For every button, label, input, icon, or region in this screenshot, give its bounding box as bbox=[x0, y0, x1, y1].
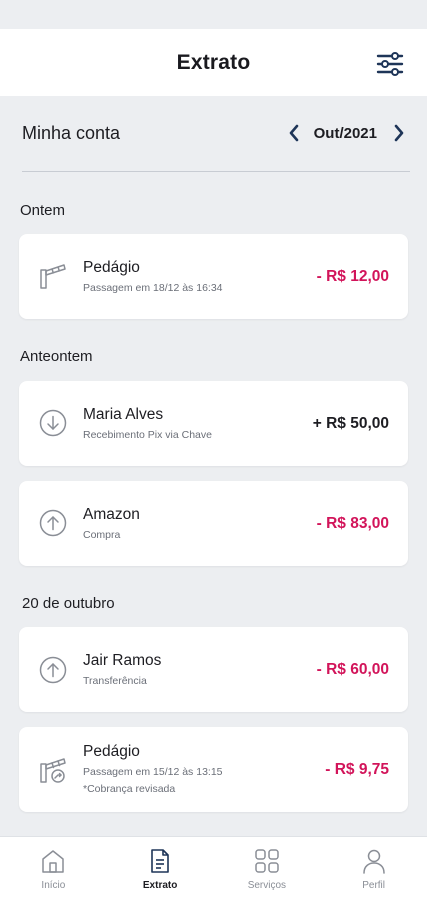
account-label: Minha conta bbox=[22, 122, 121, 143]
nav-label: Extrato bbox=[142, 880, 178, 891]
toll-barrier-icon bbox=[38, 261, 68, 291]
chevron-left-icon bbox=[289, 124, 298, 142]
transaction-amount: + R$ 50,00 bbox=[312, 415, 389, 432]
next-month-button[interactable] bbox=[388, 118, 410, 148]
sliders-icon bbox=[376, 52, 404, 76]
transaction-amount: - R$ 12,00 bbox=[316, 268, 389, 285]
arrow-up-circle-icon bbox=[38, 655, 68, 685]
previous-month-button[interactable] bbox=[283, 118, 305, 148]
grid-icon bbox=[253, 847, 281, 875]
divider bbox=[22, 171, 410, 172]
nav-label: Início bbox=[41, 880, 66, 891]
nav-item-home[interactable]: Início bbox=[0, 837, 107, 900]
transaction-title: Pedágio bbox=[83, 259, 140, 276]
section-label-day-before-yesterday: Anteontem bbox=[20, 348, 93, 365]
nav-item-profile[interactable]: Perfil bbox=[320, 837, 427, 900]
chevron-right-icon bbox=[394, 124, 404, 142]
app-header: Extrato bbox=[0, 29, 427, 96]
arrow-up-circle-icon bbox=[38, 508, 68, 538]
user-icon bbox=[360, 847, 388, 875]
transaction-title: Amazon bbox=[83, 506, 140, 523]
statement-icon bbox=[146, 847, 174, 875]
arrow-down-circle-icon bbox=[38, 408, 68, 438]
home-icon bbox=[39, 847, 67, 875]
nav-label: Perfil bbox=[362, 880, 386, 891]
page-title: Extrato bbox=[176, 50, 251, 74]
transaction-card-toll[interactable]: Pedágio Passagem em 18/12 às 16:34 - R$ … bbox=[19, 234, 408, 319]
transaction-title: Pedágio bbox=[83, 743, 140, 760]
transaction-card-jair-ramos[interactable]: Jair Ramos Transferência - R$ 60,00 bbox=[19, 627, 408, 712]
transaction-card-toll-revised[interactable]: Pedágio Passagem em 15/12 às 13:15 *Cobr… bbox=[19, 727, 408, 812]
filter-button[interactable] bbox=[375, 49, 405, 79]
nav-item-services[interactable]: Serviços bbox=[214, 837, 321, 900]
section-label-yesterday: Ontem bbox=[20, 202, 66, 219]
transaction-amount: - R$ 9,75 bbox=[325, 761, 389, 778]
transaction-title: Jair Ramos bbox=[83, 652, 162, 669]
account-month-row: Minha conta Out/2021 bbox=[22, 113, 410, 153]
transaction-subtitle: Compra bbox=[83, 529, 121, 541]
transaction-subtitle: Passagem em 18/12 às 16:34 bbox=[83, 282, 223, 294]
transaction-subtitle: Recebimento Pix via Chave bbox=[83, 429, 212, 441]
transaction-subtitle: Passagem em 15/12 às 13:15 bbox=[83, 766, 223, 778]
transaction-card-maria-alves[interactable]: Maria Alves Recebimento Pix via Chave + … bbox=[19, 381, 408, 466]
bottom-navigation: Início Extrato Serviços Perfil bbox=[0, 836, 427, 900]
transaction-amount: - R$ 60,00 bbox=[316, 661, 389, 678]
month-selector: Out/2021 bbox=[283, 118, 410, 148]
transaction-subtitle: Transferência bbox=[83, 675, 147, 687]
status-bar bbox=[0, 0, 427, 29]
section-label-october-20: 20 de outubro bbox=[22, 595, 115, 612]
nav-item-statement[interactable]: Extrato bbox=[107, 837, 214, 900]
transaction-title: Maria Alves bbox=[83, 406, 164, 423]
transaction-card-amazon[interactable]: Amazon Compra - R$ 83,00 bbox=[19, 481, 408, 566]
nav-label: Serviços bbox=[247, 880, 287, 891]
current-month: Out/2021 bbox=[313, 124, 377, 142]
transaction-note: *Cobrança revisada bbox=[83, 783, 176, 795]
transaction-amount: - R$ 83,00 bbox=[316, 515, 389, 532]
toll-barrier-revised-icon bbox=[38, 755, 68, 785]
